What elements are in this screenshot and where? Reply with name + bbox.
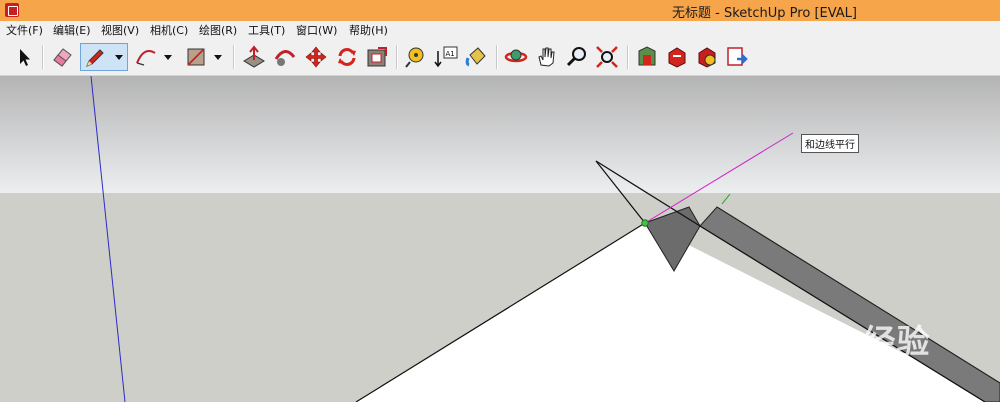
menu-camera[interactable]: 相机(C)	[150, 22, 188, 38]
window-title: 无标题 - SketchUp Pro [EVAL]	[672, 6, 857, 21]
menu-bar: 文件(F) 编辑(E) 视图(V) 相机(C) 绘图(R) 工具(T) 窗口(W…	[0, 21, 1000, 39]
menu-tools[interactable]: 工具(T)	[248, 22, 285, 38]
3d-warehouse-icon[interactable]	[633, 43, 661, 71]
arc-dropdown-icon[interactable]	[164, 55, 172, 60]
inference-line	[595, 160, 701, 227]
modeling-viewport[interactable]: 和边线平行 Baidu经验 jingyan.baidu.com	[0, 76, 1000, 402]
layout-icon[interactable]	[723, 43, 751, 71]
endpoint-snap-marker	[641, 219, 649, 227]
paint-bucket-icon[interactable]	[462, 43, 490, 71]
select-icon[interactable]	[10, 43, 38, 71]
pencil-dropdown-icon[interactable]	[115, 55, 123, 60]
share-model-icon[interactable]	[663, 43, 691, 71]
green-axis-stub	[721, 193, 731, 205]
rectangle-icon[interactable]	[182, 43, 210, 71]
zoom-icon[interactable]	[563, 43, 591, 71]
pencil-icon[interactable]	[80, 43, 128, 71]
orbit-icon[interactable]	[502, 43, 530, 71]
inference-tooltip: 和边线平行	[801, 134, 859, 153]
menu-help[interactable]: 帮助(H)	[349, 22, 388, 38]
blue-axis-line	[90, 76, 126, 402]
push-pull-icon[interactable]	[240, 43, 268, 71]
arc-icon[interactable]	[132, 43, 160, 71]
main-toolbar: A1	[0, 39, 1000, 76]
follow-me-icon[interactable]	[271, 43, 299, 71]
move-icon[interactable]	[302, 43, 330, 71]
baidu-watermark-url: jingyan.baidu.com	[770, 360, 875, 375]
text-icon[interactable]: A1	[432, 43, 460, 71]
extension-warehouse-icon[interactable]	[693, 43, 721, 71]
menu-window[interactable]: 窗口(W)	[296, 22, 337, 38]
menu-edit[interactable]: 编辑(E)	[53, 22, 91, 38]
offset-icon[interactable]	[363, 43, 391, 71]
tape-measure-icon[interactable]	[402, 43, 430, 71]
zoom-extents-icon[interactable]	[593, 43, 621, 71]
rotate-icon[interactable]	[333, 43, 361, 71]
svg-text:A1: A1	[446, 50, 455, 58]
menu-file[interactable]: 文件(F)	[6, 22, 43, 38]
menu-view[interactable]: 视图(V)	[101, 22, 139, 38]
pan-icon[interactable]	[532, 43, 560, 71]
baidu-watermark-logo: Baidu经验	[766, 323, 931, 360]
drawn-pencil-line	[595, 160, 646, 224]
eraser-icon[interactable]	[48, 43, 76, 71]
title-bar: 无标题 - SketchUp Pro [EVAL]	[0, 0, 1000, 22]
rectangle-dropdown-icon[interactable]	[214, 55, 222, 60]
menu-draw[interactable]: 绘图(R)	[199, 22, 237, 38]
